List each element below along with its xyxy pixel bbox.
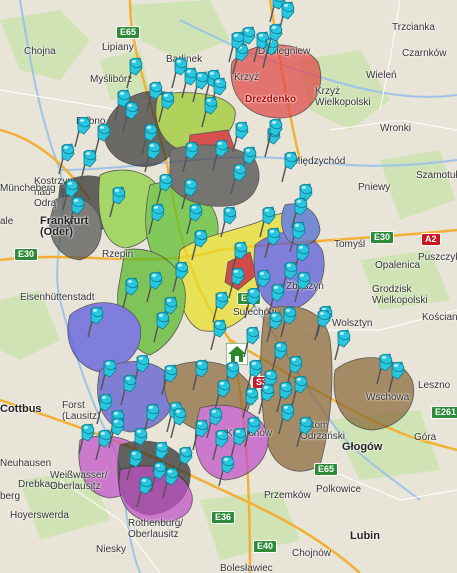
place-label: Opalenica: [375, 260, 421, 271]
map-pin-icon[interactable]: [151, 310, 173, 344]
place-label: Tomyśl: [334, 239, 366, 250]
map-pin-icon[interactable]: [216, 454, 238, 488]
place-label: Szamotuły: [416, 170, 457, 181]
map-pin-icon[interactable]: [78, 148, 100, 182]
place-label: Weißwasser/ Oberlausitz: [50, 470, 108, 492]
map-pin-icon[interactable]: [218, 205, 240, 239]
place-label: Eisenhüttenstadt: [20, 292, 95, 303]
map-pin-icon[interactable]: [312, 308, 334, 342]
place-label: Lubin: [350, 530, 380, 542]
place-label: Neuhausen: [0, 458, 52, 469]
map-pin-icon[interactable]: [332, 328, 354, 362]
map-pin-icon[interactable]: [98, 358, 120, 392]
map-pin-icon[interactable]: [156, 90, 178, 124]
road-shield-e40: E40: [253, 540, 278, 553]
map-pin-icon[interactable]: [264, 310, 286, 344]
road-shield-e65: E65: [116, 26, 141, 39]
place-label: Rothenburg/ Oberlausitz: [128, 518, 184, 540]
place-label: Wronki: [380, 123, 411, 134]
place-label: Wieleń: [366, 70, 397, 81]
map-pin-icon[interactable]: [168, 406, 190, 440]
road-shield-e36: E36: [211, 511, 236, 524]
road-shield-e30: E30: [14, 248, 39, 261]
map-pin-icon[interactable]: [242, 415, 264, 449]
map-pin-icon[interactable]: [159, 363, 181, 397]
map-pin-icon[interactable]: [154, 172, 176, 206]
map-pin-icon[interactable]: [56, 142, 78, 176]
place-label: Cottbus: [0, 403, 42, 415]
map-pin-icon[interactable]: [190, 358, 212, 392]
map-pin-icon[interactable]: [142, 140, 164, 174]
place-label: Pniewy: [358, 182, 391, 193]
map-pin-icon[interactable]: [124, 56, 146, 90]
map-pin-icon[interactable]: [118, 373, 140, 407]
place-label: Rzepin: [102, 249, 134, 260]
map-pin-icon[interactable]: [292, 270, 314, 304]
place-label: Müncheberg: [0, 183, 56, 194]
place-label: Chojnów: [292, 548, 331, 559]
place-label: Bolesławiec: [220, 563, 273, 573]
map-pin-icon[interactable]: [256, 382, 278, 416]
place-label: Trzcianka: [392, 22, 435, 33]
map-pin-icon[interactable]: [208, 318, 230, 352]
road-shield-e261: E261: [431, 406, 457, 419]
place-label: Polkowice: [316, 484, 362, 495]
place-label: Niesky: [96, 544, 127, 555]
road-shield-e30: E30: [370, 231, 395, 244]
map-pin-icon[interactable]: [85, 305, 107, 339]
place-label: Przemków: [264, 490, 311, 501]
map-pin-icon[interactable]: [228, 162, 250, 196]
map-pin-icon[interactable]: [146, 202, 168, 236]
place-label: Forst (Lausitz): [62, 400, 101, 422]
place-label: Leszno: [418, 380, 451, 391]
map-pin-icon[interactable]: [106, 416, 128, 450]
map-pin-icon[interactable]: [262, 226, 284, 260]
map-pin-icon[interactable]: [180, 140, 202, 174]
map-pin-icon[interactable]: [160, 466, 182, 500]
place-label: ale: [0, 216, 14, 227]
map-pin-icon[interactable]: [241, 325, 263, 359]
place-label: Hoyerswerda: [10, 510, 69, 521]
place-label: Kościan: [422, 312, 457, 323]
map-canvas[interactable]: E65 E30 A2 E30 E65 E261 E36 E40 E65 S3 D…: [0, 0, 457, 573]
map-pin-icon[interactable]: [386, 360, 408, 394]
place-label: Drezdenko: [245, 94, 297, 105]
place-label: Lipiany: [102, 42, 134, 53]
map-pin-icon[interactable]: [264, 117, 286, 151]
map-pin-icon[interactable]: [226, 30, 248, 64]
map-pin-icon[interactable]: [279, 150, 301, 184]
map-pin-icon[interactable]: [264, 22, 286, 56]
place-label: berg: [0, 491, 21, 502]
map-pin-icon[interactable]: [107, 185, 129, 219]
map-pin-icon[interactable]: [134, 475, 156, 509]
road-shield-e65: E65: [314, 463, 339, 476]
place-label: Czarnków: [402, 48, 447, 59]
road-shield-a2: A2: [421, 233, 441, 246]
place-label: Głogów: [342, 441, 383, 453]
map-pin-icon[interactable]: [276, 402, 298, 436]
map-pin-icon[interactable]: [76, 422, 98, 456]
map-pin-icon[interactable]: [242, 286, 264, 320]
map-pin-icon[interactable]: [120, 276, 142, 310]
place-label: Chojna: [24, 46, 56, 57]
map-pin-icon[interactable]: [189, 228, 211, 262]
place-label: Grodzisk Wielkopolski: [372, 284, 428, 306]
place-label: Krzyż Wielkopolski: [315, 86, 371, 108]
map-pin-icon[interactable]: [199, 95, 221, 129]
map-pin-icon[interactable]: [170, 260, 192, 294]
map-pin-icon[interactable]: [66, 195, 88, 229]
place-label: Góra: [414, 432, 437, 443]
place-label: Puszczyk: [418, 252, 457, 263]
